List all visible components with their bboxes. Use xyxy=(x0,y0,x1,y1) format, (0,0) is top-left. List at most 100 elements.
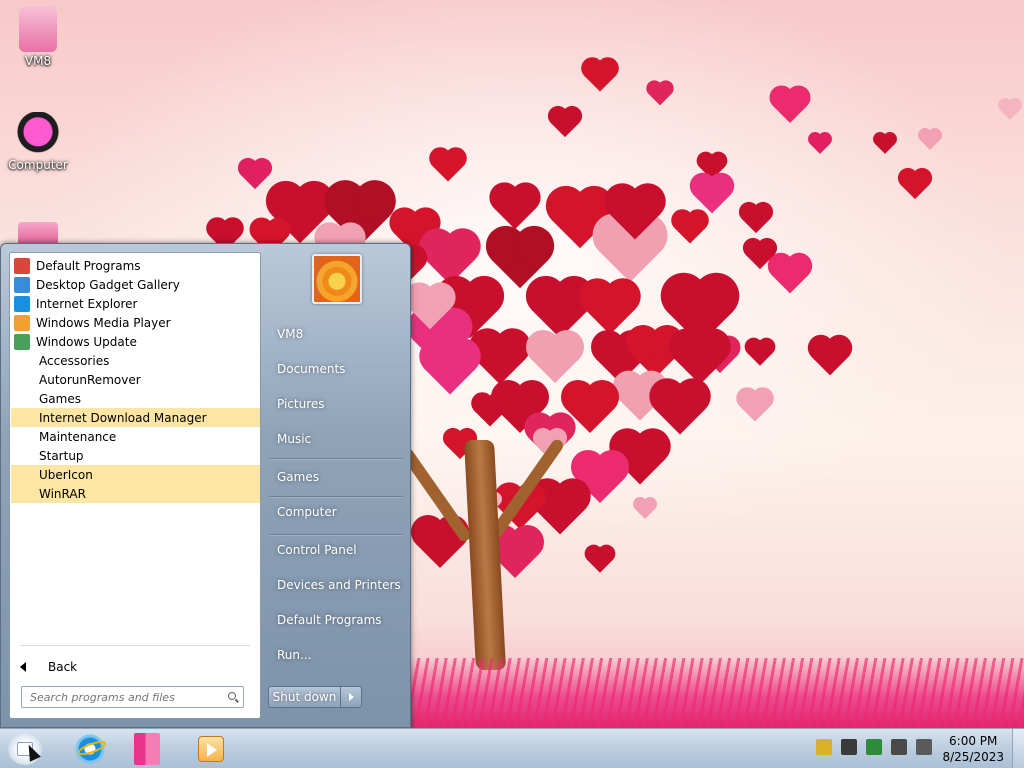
program-label: Games xyxy=(39,391,81,406)
all-programs-list: Default Programs Desktop Gadget Gallery In… xyxy=(11,256,260,503)
heart-shape xyxy=(674,333,726,385)
start-link-computer[interactable]: Computer xyxy=(277,497,405,527)
heart-shape xyxy=(811,338,849,375)
search-icon xyxy=(228,692,236,700)
taskbar: 6:00 PM 8/25/2023 xyxy=(0,728,1024,768)
heart-shape xyxy=(424,343,476,395)
heart-shape xyxy=(474,394,506,427)
heart-shape xyxy=(530,334,580,383)
desktop-icon-computer[interactable]: Computer xyxy=(2,112,74,172)
program-label: Windows Media Player xyxy=(36,315,171,330)
heart-shape xyxy=(635,498,655,519)
program-label: UberIcon xyxy=(39,467,93,482)
program-item[interactable]: Maintenance xyxy=(11,427,260,446)
program-item[interactable]: Default Programs xyxy=(11,256,260,275)
heart-shape xyxy=(739,389,771,422)
shutdown-button[interactable]: Shut down xyxy=(269,687,341,707)
start-link-default-programs[interactable]: Default Programs xyxy=(277,605,405,635)
heart-shape xyxy=(493,186,537,229)
start-menu: Default Programs Desktop Gadget Gallery In… xyxy=(0,243,411,728)
program-item[interactable]: Internet Download Manager xyxy=(11,408,260,427)
program-item[interactable]: Desktop Gadget Gallery xyxy=(11,275,260,294)
program-label: Default Programs xyxy=(36,258,141,273)
volume-muted-icon[interactable] xyxy=(916,739,932,755)
heart-shape xyxy=(240,160,270,190)
heart-shape xyxy=(693,176,731,213)
program-item[interactable]: Startup xyxy=(11,446,260,465)
desktop-icon-vm8[interactable]: VM8 xyxy=(2,6,74,68)
heart-shape xyxy=(900,170,930,200)
start-link-devices-and-printers[interactable]: Devices and Printers xyxy=(277,570,405,600)
program-label: Internet Download Manager xyxy=(39,410,207,425)
program-label: Desktop Gadget Gallery xyxy=(36,277,180,292)
heart-shape xyxy=(1000,99,1020,120)
start-link-pictures[interactable]: Pictures xyxy=(277,389,405,419)
notification-area xyxy=(816,739,932,755)
program-label: Accessories xyxy=(39,353,110,368)
tree-trunk xyxy=(463,440,507,670)
internet-explorer-icon xyxy=(14,295,30,312)
program-item[interactable]: AutorunRemover xyxy=(11,370,260,389)
media-player-icon[interactable] xyxy=(198,736,224,762)
program-label: Startup xyxy=(39,448,84,463)
start-link-control-panel[interactable]: Control Panel xyxy=(277,535,405,565)
user-doll-icon xyxy=(19,6,57,52)
program-label: AutorunRemover xyxy=(39,372,141,387)
heart-shape xyxy=(920,129,940,150)
heart-shape xyxy=(648,82,672,106)
default-programs-icon xyxy=(14,257,30,274)
back-arrow-icon xyxy=(20,662,26,672)
start-link-run[interactable]: Run... xyxy=(277,640,405,670)
media-player-icon xyxy=(14,314,30,331)
heart-shape xyxy=(741,204,771,234)
chevron-right-icon xyxy=(348,693,354,701)
start-link-documents[interactable]: Documents xyxy=(277,354,405,384)
divider xyxy=(269,496,403,498)
heart-shape xyxy=(550,108,580,138)
heart-shape xyxy=(773,89,807,123)
divider xyxy=(269,458,403,460)
search-input[interactable] xyxy=(30,690,210,704)
clock-time: 6:00 PM xyxy=(949,734,998,748)
program-item[interactable]: Windows Update xyxy=(11,332,260,351)
heart-shape xyxy=(771,256,809,293)
back-button[interactable]: Back xyxy=(20,657,77,677)
shutdown-button-group: Shut down xyxy=(268,686,362,708)
network-icon[interactable] xyxy=(891,739,907,755)
download-manager-icon[interactable] xyxy=(841,739,857,755)
heart-shape xyxy=(584,283,636,335)
desktop-icon-label: VM8 xyxy=(24,54,52,68)
internet-explorer-icon[interactable] xyxy=(74,733,106,765)
start-link-games[interactable]: Games xyxy=(277,462,405,492)
program-item[interactable]: Accessories xyxy=(11,351,260,370)
heart-shape xyxy=(584,59,616,92)
shutdown-options-button[interactable] xyxy=(341,687,361,707)
start-link-user-folder[interactable]: VM8 xyxy=(277,319,405,349)
windows-update-icon xyxy=(14,333,30,350)
program-item[interactable]: Games xyxy=(11,389,260,408)
show-desktop-button[interactable] xyxy=(1012,729,1024,768)
back-label: Back xyxy=(48,660,78,674)
security-shield-icon[interactable] xyxy=(816,739,832,755)
desktop-icon-label: Computer xyxy=(8,158,68,172)
gadget-gallery-icon xyxy=(14,276,30,293)
start-link-music[interactable]: Music xyxy=(277,424,405,454)
heart-shape xyxy=(587,546,613,573)
program-label: WinRAR xyxy=(39,486,86,501)
program-item[interactable]: Windows Media Player xyxy=(11,313,260,332)
divider xyxy=(20,645,250,646)
heart-shape xyxy=(747,339,773,366)
program-item[interactable]: WinRAR xyxy=(11,484,260,503)
heart-shape xyxy=(674,211,706,244)
user-account-picture[interactable] xyxy=(312,254,362,304)
windows-explorer-icon[interactable] xyxy=(134,733,160,765)
divider xyxy=(269,534,403,536)
search-box[interactable] xyxy=(21,686,244,708)
program-item[interactable]: UberIcon xyxy=(11,465,260,484)
heart-shape xyxy=(810,133,830,154)
safely-remove-icon[interactable] xyxy=(866,739,882,755)
heart-shape xyxy=(432,149,464,182)
program-item[interactable]: Internet Explorer xyxy=(11,294,260,313)
heart-shape xyxy=(875,133,895,154)
system-clock[interactable]: 6:00 PM 8/25/2023 xyxy=(942,733,1004,765)
